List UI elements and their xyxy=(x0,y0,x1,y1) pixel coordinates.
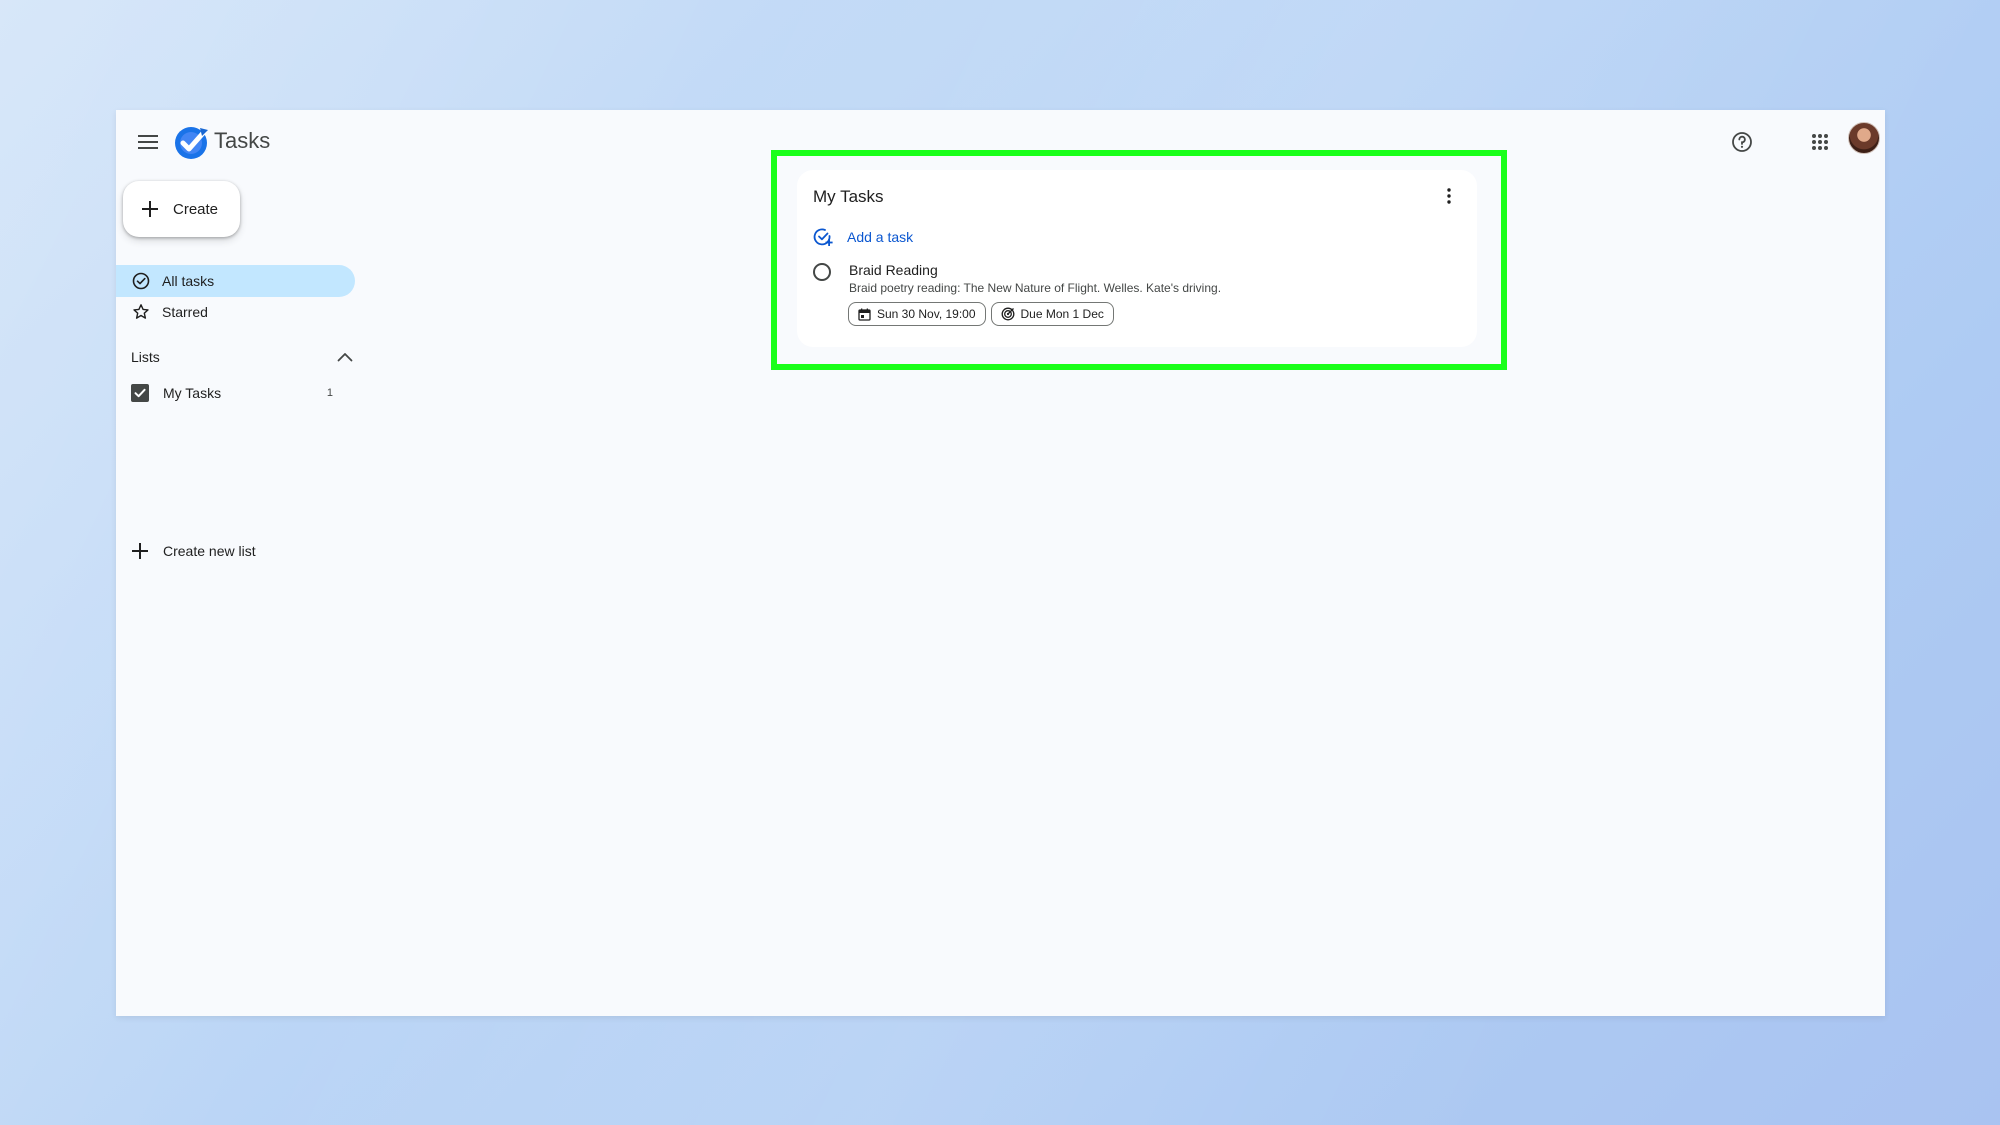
help-icon[interactable] xyxy=(1722,122,1762,162)
hamburger-menu-icon[interactable] xyxy=(128,122,168,162)
star-icon xyxy=(132,303,150,321)
nav-all-tasks-label: All tasks xyxy=(162,273,215,289)
task-list-card: My Tasks Add a task Braid Reading Braid … xyxy=(797,170,1477,347)
list-item-my-tasks[interactable]: My Tasks 1 xyxy=(131,377,353,409)
tasks-logo-icon xyxy=(172,122,212,162)
task-date-chip[interactable]: Sun 30 Nov, 19:00 xyxy=(848,302,986,326)
list-visibility-checkbox[interactable] xyxy=(131,384,149,402)
task-due-label: Due Mon 1 Dec xyxy=(1020,307,1104,321)
plus-icon xyxy=(142,201,158,217)
nav-starred[interactable]: Starred xyxy=(116,296,208,328)
apps-grid-icon[interactable] xyxy=(1800,122,1840,162)
add-task-icon xyxy=(813,227,833,247)
plus-icon xyxy=(131,542,149,560)
task-date-label: Sun 30 Nov, 19:00 xyxy=(877,307,976,321)
check-circle-icon xyxy=(132,272,150,290)
task-description: Braid poetry reading: The New Nature of … xyxy=(849,281,1222,295)
app-title: Tasks xyxy=(214,128,271,153)
nav-all-tasks[interactable]: All tasks xyxy=(116,265,355,297)
create-button[interactable]: Create xyxy=(123,181,240,237)
list-item-count: 1 xyxy=(326,387,333,399)
nav-starred-label: Starred xyxy=(162,304,208,320)
create-new-list-button[interactable]: Create new list xyxy=(131,535,353,567)
card-title: My Tasks xyxy=(813,187,884,206)
tasks-app-window: Tasks Create All tasks Starred Lists My … xyxy=(116,110,1885,1016)
calendar-icon xyxy=(858,308,871,321)
create-button-label: Create xyxy=(173,200,219,218)
account-avatar[interactable] xyxy=(1848,122,1880,154)
lists-section-header[interactable]: Lists xyxy=(131,342,353,372)
add-task-button[interactable]: Add a task xyxy=(813,225,913,249)
list-item-label: My Tasks xyxy=(163,385,222,401)
task-due-chip[interactable]: Due Mon 1 Dec xyxy=(990,302,1114,326)
lists-heading: Lists xyxy=(131,349,160,365)
task-chips: Sun 30 Nov, 19:00 Due Mon 1 Dec xyxy=(848,302,1114,326)
more-options-icon[interactable] xyxy=(1437,184,1461,208)
task-title: Braid Reading xyxy=(849,262,938,278)
deadline-target-icon xyxy=(1001,307,1015,321)
create-new-list-label: Create new list xyxy=(163,543,256,559)
task-complete-toggle[interactable] xyxy=(813,263,831,281)
chevron-up-icon[interactable] xyxy=(337,349,353,365)
add-task-label: Add a task xyxy=(847,229,914,245)
